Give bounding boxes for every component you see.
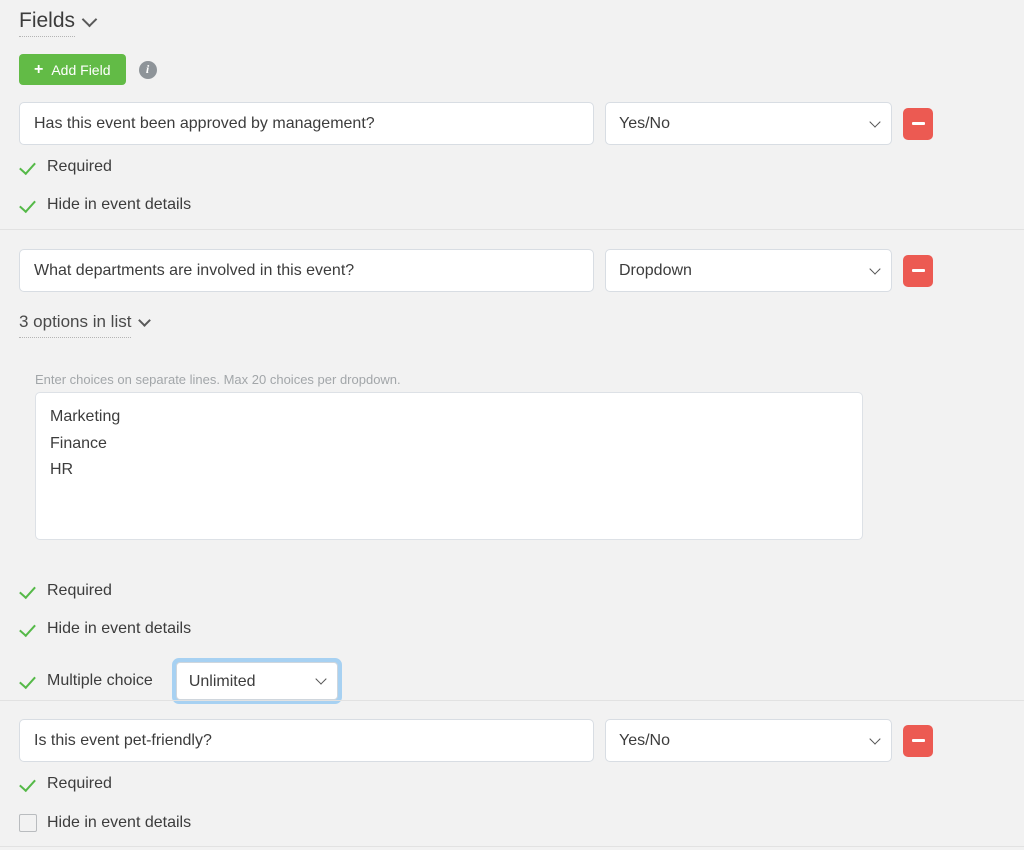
field-1-hide-label: Hide in event details [47, 196, 191, 214]
field-3-main-row: Yes/No [19, 719, 933, 762]
field-3-type-select-wrap: Yes/No [605, 719, 892, 762]
field-1-type-select[interactable]: Yes/No [605, 102, 892, 145]
field-2-choices-textarea[interactable]: Marketing Finance HR [35, 392, 863, 540]
check-icon [19, 775, 37, 793]
multiple-choice-label: Multiple choice [47, 672, 153, 690]
field-2-multiple-choice-row[interactable]: Multiple choice Unlimited [19, 658, 342, 704]
field-1-hide-row[interactable]: Hide in event details [19, 196, 191, 214]
field-2-choices-hint: Enter choices on separate lines. Max 20 … [35, 372, 401, 387]
field-2-required-row[interactable]: Required [19, 582, 112, 600]
field-2-options-disclosure[interactable]: 3 options in list [19, 312, 149, 338]
check-icon [19, 582, 37, 600]
field-2-remove-button[interactable] [903, 255, 933, 287]
field-1-question-input[interactable] [19, 102, 594, 145]
field-1-required-label: Required [47, 158, 112, 176]
field-3-hide-label: Hide in event details [47, 814, 191, 832]
unchecked-checkbox-icon [19, 814, 37, 832]
field-3-question-input[interactable] [19, 719, 594, 762]
field-3-required-row[interactable]: Required [19, 775, 112, 793]
check-icon [19, 672, 37, 690]
field-separator [0, 846, 1024, 847]
field-1-remove-button[interactable] [903, 108, 933, 140]
info-icon[interactable]: i [139, 61, 157, 79]
multiple-choice-select-wrap: Unlimited [172, 658, 342, 704]
field-2-hide-row[interactable]: Hide in event details [19, 620, 191, 638]
field-1-type-select-wrap: Yes/No [605, 102, 892, 145]
chevron-down-icon [139, 314, 152, 327]
fields-section-header[interactable]: Fields [19, 10, 95, 37]
field-1-required-row[interactable]: Required [19, 158, 112, 176]
field-2-hide-label: Hide in event details [47, 620, 191, 638]
chevron-down-icon[interactable] [82, 12, 98, 28]
field-3-hide-row[interactable]: Hide in event details [19, 814, 191, 832]
minus-icon [912, 122, 925, 125]
field-3-type-select[interactable]: Yes/No [605, 719, 892, 762]
options-in-list-label: 3 options in list [19, 312, 131, 338]
fields-settings-page: Fields + Add Field i Yes/No Required [0, 0, 1024, 850]
check-icon [19, 158, 37, 176]
field-2-required-label: Required [47, 582, 112, 600]
add-field-button[interactable]: + Add Field [19, 54, 126, 85]
add-field-row: + Add Field i [19, 54, 157, 85]
field-2-type-select-wrap: Dropdown [605, 249, 892, 292]
check-icon [19, 196, 37, 214]
field-1-main-row: Yes/No [19, 102, 933, 145]
field-2-main-row: Dropdown [19, 249, 933, 292]
add-field-label: Add Field [51, 62, 110, 78]
field-3-remove-button[interactable] [903, 725, 933, 757]
field-2-type-select[interactable]: Dropdown [605, 249, 892, 292]
minus-icon [912, 739, 925, 742]
minus-icon [912, 269, 925, 272]
field-separator [0, 229, 1024, 230]
page-title: Fields [19, 10, 75, 37]
field-separator [0, 700, 1024, 701]
plus-icon: + [34, 62, 43, 78]
field-2-question-input[interactable] [19, 249, 594, 292]
check-icon [19, 620, 37, 638]
field-3-required-label: Required [47, 775, 112, 793]
multiple-choice-limit-select[interactable]: Unlimited [176, 662, 338, 700]
